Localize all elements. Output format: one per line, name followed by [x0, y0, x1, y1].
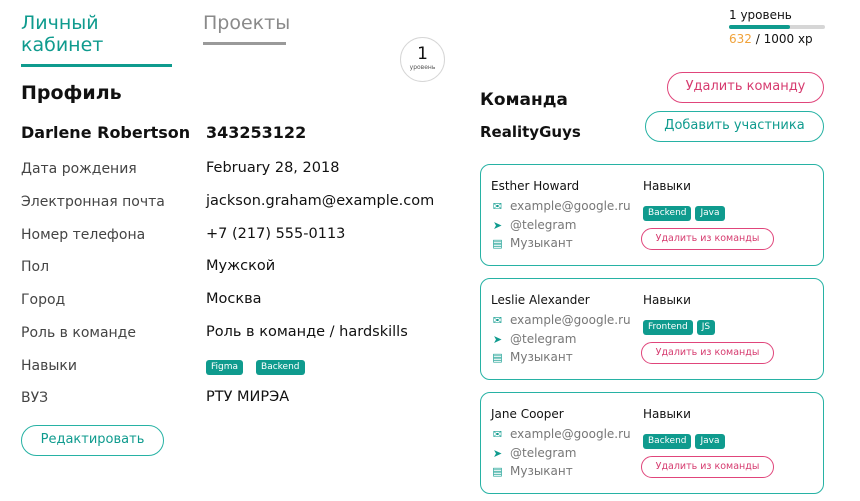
member-telegram: ➤ @telegram [491, 218, 577, 232]
value-city: Москва [206, 291, 262, 307]
level-number: 1 [417, 44, 428, 64]
member-email-text: example@google.ru [510, 199, 631, 213]
send-icon: ➤ [492, 333, 503, 346]
member-card: Esther Howard ✉ example@google.ru ➤ @teleg… [480, 164, 824, 266]
delete-team-button[interactable]: Удалить команду [667, 72, 824, 103]
member-role: ▤ Музыкант [491, 464, 573, 478]
member-role-text: Музыкант [510, 350, 573, 364]
skill-tag: Backend [643, 206, 692, 221]
member-telegram: ➤ @telegram [491, 332, 577, 346]
tab-projects[interactable]: Проекты [203, 12, 290, 45]
tab-personal-account[interactable]: Личный кабинет [21, 12, 172, 67]
skill-tag: JS [696, 320, 716, 335]
value-university: РТУ МИРЭА [206, 389, 290, 405]
send-icon: ➤ [492, 219, 503, 232]
xp-progress-fill [729, 25, 790, 29]
member-card: Leslie Alexander ✉ example@google.ru ➤ @te… [480, 278, 824, 380]
member-skills: Frontend JS [643, 314, 719, 335]
remove-member-button[interactable]: Удалить из команды [641, 228, 774, 250]
member-role: ▤ Музыкант [491, 350, 573, 364]
skill-tag: Backend [256, 360, 305, 375]
member-email: ✉ example@google.ru [491, 313, 631, 327]
briefcase-icon: ▤ [492, 351, 503, 364]
xp-progress-bar [729, 25, 825, 29]
member-role: ▤ Музыкант [491, 236, 573, 250]
mail-icon: ✉ [492, 314, 503, 327]
skill-tag: Backend [643, 434, 692, 449]
edit-profile-button[interactable]: Редактировать [21, 425, 164, 456]
member-role-text: Музыкант [510, 464, 573, 478]
label-skills: Навыки [21, 358, 77, 374]
member-telegram-text: @telegram [510, 446, 577, 460]
member-telegram-text: @telegram [510, 218, 577, 232]
label-gender: Пол [21, 259, 50, 275]
team-name: RealityGuys [480, 123, 581, 141]
profile-heading: Профиль [21, 82, 122, 104]
member-skills-heading: Навыки [643, 293, 691, 307]
xp-current: 632 [729, 32, 752, 46]
member-email: ✉ example@google.ru [491, 199, 631, 213]
label-email: Электронная почта [21, 194, 165, 210]
member-skills: Backend Java [643, 200, 729, 221]
team-heading: Команда [480, 90, 568, 110]
briefcase-icon: ▤ [492, 237, 503, 250]
value-phone: +7 (217) 555-0113 [206, 226, 346, 242]
member-role-text: Музыкант [510, 236, 573, 250]
member-skills: Backend Java [643, 428, 729, 449]
member-name: Leslie Alexander [491, 293, 590, 307]
member-email-text: example@google.ru [510, 313, 631, 327]
member-telegram: ➤ @telegram [491, 446, 577, 460]
member-email-text: example@google.ru [510, 427, 631, 441]
xp-level-title: 1 уровень [729, 8, 792, 22]
remove-member-button[interactable]: Удалить из команды [641, 456, 774, 478]
mail-icon: ✉ [492, 200, 503, 213]
profile-name: Darlene Robertson [21, 123, 191, 142]
level-badge: 1 уровень [400, 37, 445, 82]
member-skills-heading: Навыки [643, 407, 691, 421]
mail-icon: ✉ [492, 428, 503, 441]
member-skills-heading: Навыки [643, 179, 691, 193]
member-email: ✉ example@google.ru [491, 427, 631, 441]
send-icon: ➤ [492, 447, 503, 460]
member-card: Jane Cooper ✉ example@google.ru ➤ @telegra… [480, 392, 824, 494]
briefcase-icon: ▤ [492, 465, 503, 478]
add-member-button[interactable]: Добавить участника [645, 111, 824, 142]
profile-skills: Figma Backend [206, 357, 318, 375]
level-label: уровень [409, 64, 436, 71]
value-team-role: Роль в команде / hardskills [206, 324, 408, 340]
xp-panel: 1 уровень 632 / 1000 xp [729, 8, 829, 46]
skill-tag: Java [695, 206, 725, 221]
member-telegram-text: @telegram [510, 332, 577, 346]
value-gender: Мужской [206, 258, 276, 274]
label-team-role: Роль в команде [21, 325, 136, 341]
xp-total: / 1000 xp [755, 32, 813, 46]
value-birthdate: February 28, 2018 [206, 160, 340, 176]
profile-id: 343253122 [206, 123, 307, 142]
xp-text: 632 / 1000 xp [729, 32, 829, 46]
label-phone: Номер телефона [21, 227, 146, 243]
label-birthdate: Дата рождения [21, 161, 137, 177]
label-university: ВУЗ [21, 390, 49, 406]
skill-tag: Frontend [643, 320, 693, 335]
member-name: Esther Howard [491, 179, 580, 193]
skill-tag: Java [695, 434, 725, 449]
remove-member-button[interactable]: Удалить из команды [641, 342, 774, 364]
value-email: jackson.graham@example.com [206, 193, 435, 209]
label-city: Город [21, 292, 66, 308]
skill-tag: Figma [206, 360, 244, 375]
member-name: Jane Cooper [491, 407, 564, 421]
